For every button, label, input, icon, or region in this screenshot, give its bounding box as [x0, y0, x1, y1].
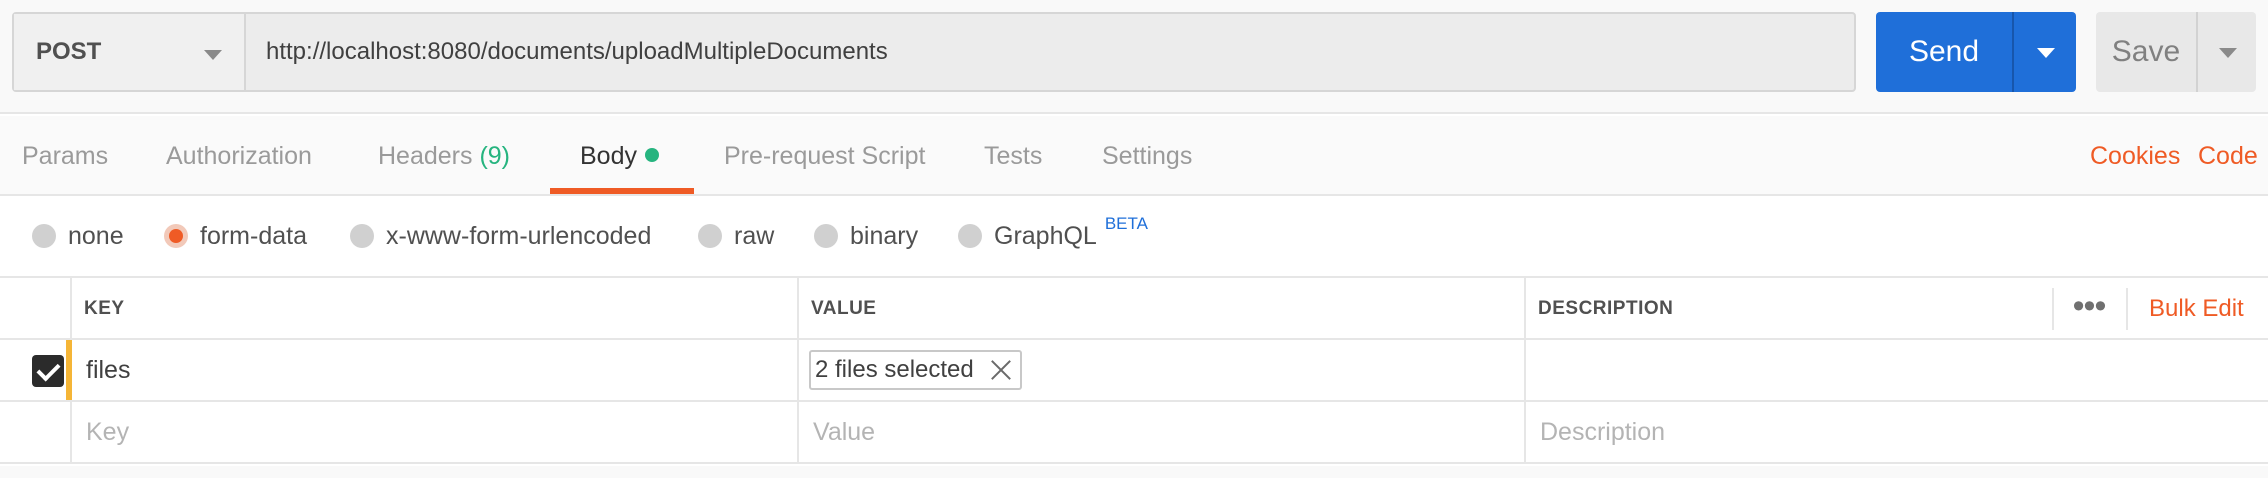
tab-headers-label: Headers [378, 142, 473, 170]
new-description-cell[interactable]: Description [1526, 402, 2268, 462]
close-icon[interactable] [988, 357, 1014, 383]
body-type-urlencoded-label: x-www-form-urlencoded [386, 221, 652, 250]
body-type-binary[interactable]: binary [814, 196, 918, 276]
more-horizontal-icon[interactable]: ••• [2072, 278, 2107, 334]
row-value-cell[interactable]: 2 files selected [799, 340, 1526, 400]
tab-body-label: Body [580, 142, 637, 170]
table-row-new: Key Value Description [0, 402, 2268, 464]
table-row: files 2 files selected [0, 340, 2268, 402]
headers-count: (9) [479, 142, 511, 170]
row-description-cell[interactable] [1526, 340, 2268, 400]
url-group: POST [12, 12, 1856, 92]
body-type-urlencoded[interactable]: x-www-form-urlencoded [350, 196, 651, 276]
tab-headers[interactable]: Headers (9) [378, 116, 510, 194]
send-button[interactable]: Send [1876, 12, 2076, 92]
save-label: Save [2111, 35, 2181, 68]
save-dropdown-button[interactable] [2196, 12, 2256, 92]
cookies-link[interactable]: Cookies [2090, 116, 2180, 196]
send-label: Send [1908, 35, 1980, 68]
header-check-cell [0, 278, 72, 338]
value-placeholder: Value [813, 418, 876, 446]
body-type-binary-label: binary [850, 221, 919, 250]
bulk-edit-link[interactable]: Bulk Edit [2149, 278, 2244, 340]
save-button[interactable]: Save [2096, 12, 2256, 92]
body-type-none[interactable]: none [32, 196, 124, 276]
tab-settings[interactable]: Settings [1102, 116, 1192, 194]
send-dropdown-button[interactable] [2012, 12, 2076, 92]
header-divider [2126, 288, 2128, 330]
method-label: POST [36, 38, 102, 65]
form-data-table: KEY VALUE DESCRIPTION ••• Bulk Edit file… [0, 278, 2268, 464]
radio-urlencoded[interactable] [350, 224, 374, 248]
checkmark-icon[interactable] [32, 355, 64, 387]
file-selection-label: 2 files selected [815, 356, 974, 383]
tab-body[interactable]: Body [580, 116, 659, 194]
body-type-graphql[interactable]: GraphQL BETA [958, 196, 1148, 276]
chevron-down-icon [2037, 48, 2055, 58]
active-tab-underline [550, 188, 694, 194]
tab-pre-request-script[interactable]: Pre-request Script [724, 116, 925, 194]
tab-authorization[interactable]: Authorization [166, 116, 312, 194]
body-type-selector: none form-data x-www-form-urlencoded raw… [0, 196, 2268, 278]
description-placeholder: Description [1540, 418, 1666, 446]
chevron-down-icon [2219, 48, 2237, 58]
tab-params[interactable]: Params [22, 116, 108, 194]
request-tabs: Params Authorization Headers (9) Body Pr… [0, 116, 2268, 196]
radio-none[interactable] [32, 224, 56, 248]
key-column-header: KEY [84, 298, 125, 319]
body-indicator-dot [644, 148, 659, 162]
radio-raw[interactable] [698, 224, 722, 248]
key-placeholder: Key [86, 418, 130, 446]
file-selection-chip[interactable]: 2 files selected [809, 350, 1022, 390]
radio-binary[interactable] [814, 224, 838, 248]
beta-badge: BETA [1104, 214, 1148, 233]
description-column-header: DESCRIPTION [1538, 298, 1674, 319]
body-type-raw-label: raw [734, 221, 775, 250]
body-type-none-label: none [68, 221, 124, 250]
body-type-form-data[interactable]: form-data [164, 196, 307, 276]
new-value-cell[interactable]: Value [799, 402, 1526, 462]
footer-strip [0, 466, 2268, 478]
value-column-header: VALUE [811, 298, 877, 319]
row-key-cell[interactable]: files [72, 340, 799, 400]
chevron-down-icon [204, 50, 222, 60]
body-type-form-data-label: form-data [200, 221, 307, 250]
header-value-cell: VALUE [799, 278, 1526, 338]
body-type-raw[interactable]: raw [698, 196, 774, 276]
table-header-row: KEY VALUE DESCRIPTION ••• Bulk Edit [0, 278, 2268, 340]
tab-tests[interactable]: Tests [984, 116, 1042, 194]
row-check-cell [0, 340, 72, 400]
row-key: files [86, 356, 131, 384]
url-input[interactable] [246, 14, 1854, 90]
header-divider [2052, 288, 2054, 330]
new-row-check-cell [0, 402, 72, 462]
radio-graphql[interactable] [958, 224, 982, 248]
request-bar: POST Send Save [0, 0, 2268, 114]
method-select[interactable]: POST [14, 14, 246, 90]
new-key-cell[interactable]: Key [72, 402, 799, 462]
radio-form-data[interactable] [164, 224, 188, 248]
body-type-graphql-label: GraphQL [994, 221, 1097, 250]
header-key-cell: KEY [72, 278, 799, 338]
code-link[interactable]: Code [2198, 116, 2258, 196]
